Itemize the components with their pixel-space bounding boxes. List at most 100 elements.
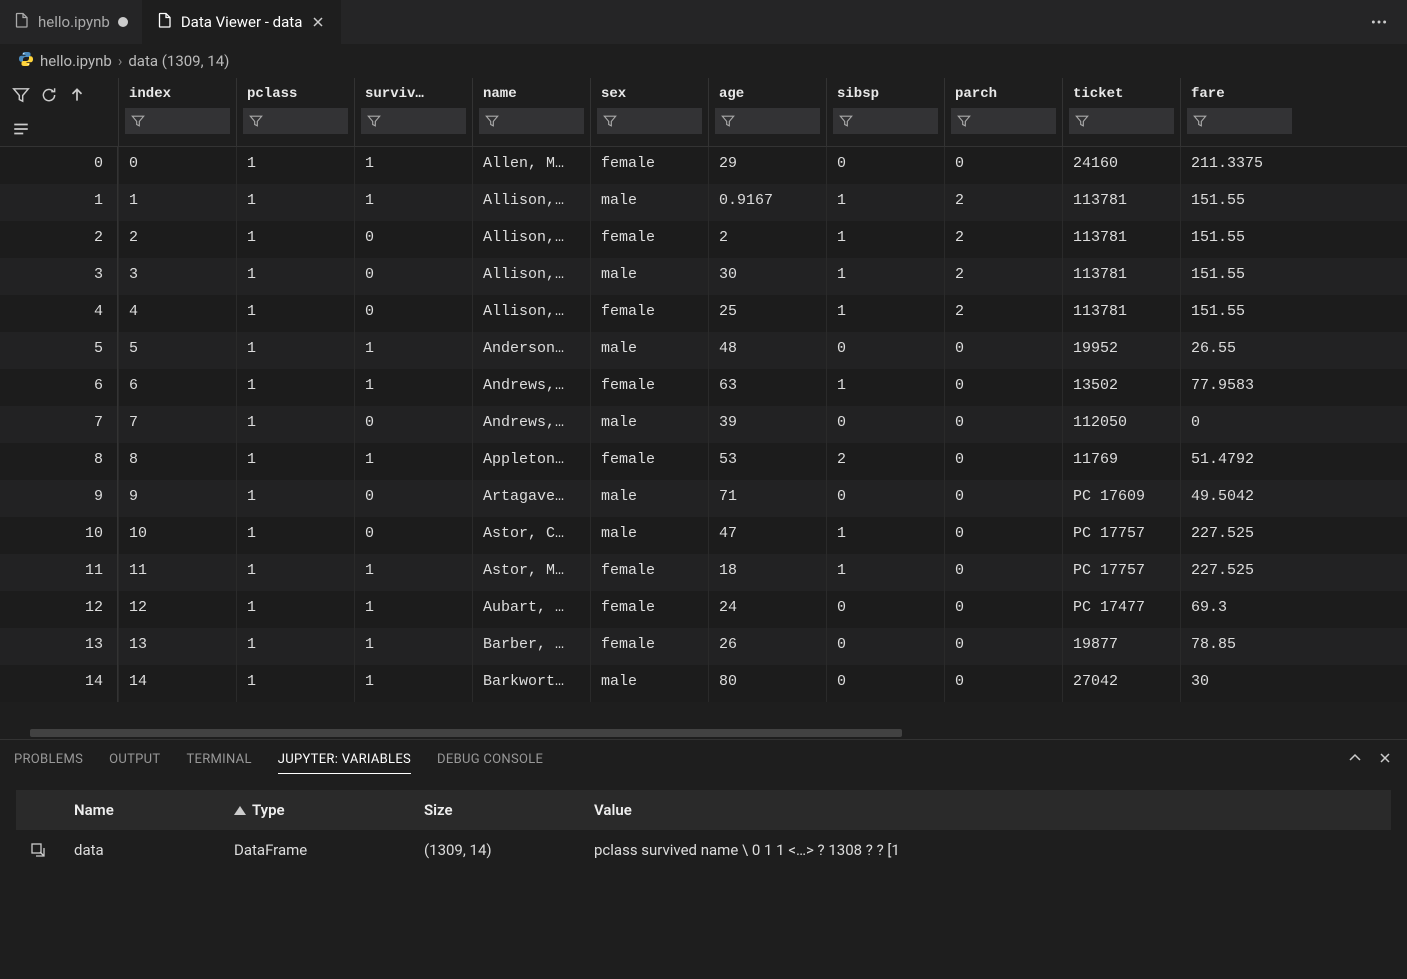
cell[interactable]: female	[590, 443, 708, 480]
data-grid[interactable]: 0011Allen, M…female290024160211.33751111…	[0, 147, 1407, 727]
breadcrumb[interactable]: hello.ipynb › data (1309, 14)	[0, 44, 1407, 78]
more-actions-button[interactable]	[1359, 0, 1399, 44]
column-header[interactable]: parch	[944, 78, 1062, 146]
cell[interactable]: 6	[118, 369, 236, 406]
cell[interactable]: 0	[118, 147, 236, 184]
cell[interactable]: 1	[826, 184, 944, 221]
column-filter[interactable]	[125, 108, 230, 134]
cell[interactable]: 0	[354, 221, 472, 258]
col-value[interactable]: Value	[580, 801, 1391, 819]
cell[interactable]: 47	[708, 517, 826, 554]
cell[interactable]: 13502	[1062, 369, 1180, 406]
table-row[interactable]: 0011Allen, M…female290024160211.3375	[0, 147, 1407, 184]
cell[interactable]: 49.5042	[1180, 480, 1298, 517]
close-panel-icon[interactable]	[1377, 750, 1393, 770]
col-type[interactable]: Type	[220, 801, 410, 819]
cell[interactable]: 1	[354, 665, 472, 702]
cell[interactable]: male	[590, 517, 708, 554]
cell[interactable]: Appleton…	[472, 443, 590, 480]
table-row[interactable]: 6611Andrews,…female63101350277.9583	[0, 369, 1407, 406]
table-row[interactable]: 3310Allison,…male3012113781151.55	[0, 258, 1407, 295]
cell[interactable]: 1	[236, 665, 354, 702]
cell[interactable]: Barber, …	[472, 628, 590, 665]
table-row[interactable]: 121211Aubart, …female2400PC 1747769.3	[0, 591, 1407, 628]
cell[interactable]: 13	[118, 628, 236, 665]
cell[interactable]: 63	[708, 369, 826, 406]
cell[interactable]: 1	[236, 591, 354, 628]
cell[interactable]: 113781	[1062, 258, 1180, 295]
breadcrumb-item[interactable]: data (1309, 14)	[128, 52, 229, 70]
cell[interactable]: 1	[826, 258, 944, 295]
cell[interactable]: Astor, M…	[472, 554, 590, 591]
cell[interactable]: 1	[354, 443, 472, 480]
cell[interactable]: 1	[236, 554, 354, 591]
table-row[interactable]: 111111Astor, M…female1810PC 17757227.525	[0, 554, 1407, 591]
cell[interactable]: 0	[826, 480, 944, 517]
cell[interactable]: 26	[708, 628, 826, 665]
cell[interactable]: 151.55	[1180, 184, 1298, 221]
cell[interactable]: Barkwort…	[472, 665, 590, 702]
table-row[interactable]: 7710Andrews,…male39001120500	[0, 406, 1407, 443]
cell[interactable]: 1	[354, 369, 472, 406]
column-header[interactable]: ticket	[1062, 78, 1180, 146]
col-size[interactable]: Size	[410, 801, 580, 819]
close-icon[interactable]	[310, 14, 326, 30]
table-row[interactable]: 131311Barber, …female26001987778.85	[0, 628, 1407, 665]
cell[interactable]: 30	[708, 258, 826, 295]
cell[interactable]: 1	[236, 443, 354, 480]
cell[interactable]: 1	[236, 517, 354, 554]
table-row[interactable]: 4410Allison,…female2512113781151.55	[0, 295, 1407, 332]
cell[interactable]: 71	[708, 480, 826, 517]
column-filter[interactable]	[1069, 108, 1174, 134]
cell[interactable]: 151.55	[1180, 221, 1298, 258]
cell[interactable]: 227.525	[1180, 517, 1298, 554]
column-header[interactable]: sibsp	[826, 78, 944, 146]
cell[interactable]: 19952	[1062, 332, 1180, 369]
cell[interactable]: 0	[826, 628, 944, 665]
cell[interactable]: Aubart, …	[472, 591, 590, 628]
cell[interactable]: 0	[354, 406, 472, 443]
cell[interactable]: female	[590, 147, 708, 184]
table-row[interactable]: 9910Artagave…male7100PC 1760949.5042	[0, 480, 1407, 517]
cell[interactable]: Allison,…	[472, 258, 590, 295]
cell[interactable]: Andrews,…	[472, 369, 590, 406]
show-variable-icon[interactable]	[16, 841, 60, 859]
editor-tab-hello[interactable]: hello.ipynb	[0, 0, 143, 44]
cell[interactable]: 24	[708, 591, 826, 628]
cell[interactable]: 7	[118, 406, 236, 443]
cell[interactable]: 11769	[1062, 443, 1180, 480]
arrow-up-icon[interactable]	[68, 86, 86, 108]
column-filter[interactable]	[361, 108, 466, 134]
cell[interactable]: 0	[944, 443, 1062, 480]
cell[interactable]: 69.3	[1180, 591, 1298, 628]
cell[interactable]: 0	[354, 517, 472, 554]
cell[interactable]: 19877	[1062, 628, 1180, 665]
cell[interactable]: 0	[1180, 406, 1298, 443]
table-row[interactable]: 5511Anderson…male48001995226.55	[0, 332, 1407, 369]
cell[interactable]: 18	[708, 554, 826, 591]
cell[interactable]: Allison,…	[472, 184, 590, 221]
cell[interactable]: 1	[236, 221, 354, 258]
cell[interactable]: 0	[826, 591, 944, 628]
cell[interactable]: 0	[944, 554, 1062, 591]
cell[interactable]: 1	[354, 628, 472, 665]
cell[interactable]: 77.9583	[1180, 369, 1298, 406]
cell[interactable]: male	[590, 665, 708, 702]
cell[interactable]: male	[590, 258, 708, 295]
cell[interactable]: 211.3375	[1180, 147, 1298, 184]
cell[interactable]: 0	[354, 480, 472, 517]
cell[interactable]: 78.85	[1180, 628, 1298, 665]
panel-tab[interactable]: TERMINAL	[186, 746, 251, 774]
cell[interactable]: 1	[354, 147, 472, 184]
cell[interactable]: 14	[118, 665, 236, 702]
cell[interactable]: 1	[236, 258, 354, 295]
cell[interactable]: 48	[708, 332, 826, 369]
column-filter[interactable]	[1187, 108, 1292, 134]
cell[interactable]: 1	[354, 554, 472, 591]
cell[interactable]: 0	[944, 332, 1062, 369]
cell[interactable]: 80	[708, 665, 826, 702]
cell[interactable]: 0	[826, 332, 944, 369]
cell[interactable]: 113781	[1062, 295, 1180, 332]
cell[interactable]: 0.9167	[708, 184, 826, 221]
cell[interactable]: 25	[708, 295, 826, 332]
